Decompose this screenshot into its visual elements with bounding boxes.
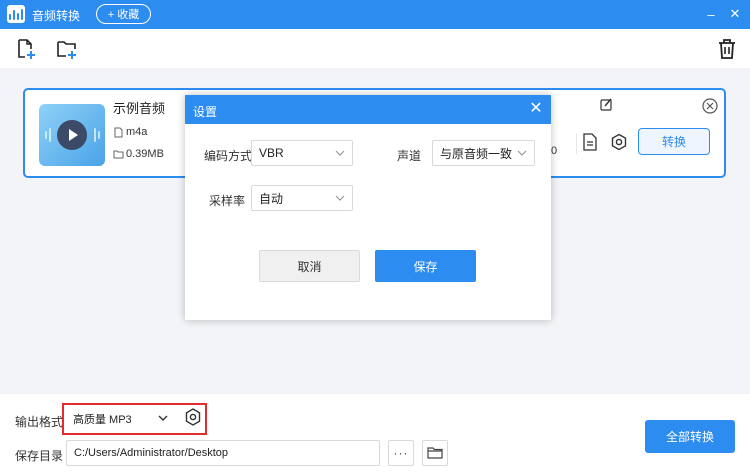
file-format: m4a xyxy=(126,126,148,138)
divider xyxy=(576,134,577,154)
open-folder-button[interactable] xyxy=(422,440,448,466)
toolbar xyxy=(0,29,750,68)
add-file-icon[interactable] xyxy=(15,38,37,60)
folder-icon xyxy=(427,447,443,459)
output-format-label: 输出格式 xyxy=(15,415,64,429)
encoding-label: 编码方式 xyxy=(204,149,253,163)
convert-button[interactable]: 转换 xyxy=(638,128,710,155)
chevron-down-icon xyxy=(335,195,345,201)
edit-icon[interactable] xyxy=(600,98,613,111)
settings-dialog: 设置 ✕ 编码方式 VBR 声道 与原音频一致 采样率 自动 取消 保存 xyxy=(185,95,551,320)
format-settings-icon[interactable] xyxy=(184,407,202,427)
save-dir-input[interactable]: C:/Users/Administrator/Desktop xyxy=(66,440,380,466)
save-button[interactable]: 保存 xyxy=(375,250,476,282)
channel-value: 与原音频一致 xyxy=(440,146,513,161)
convert-all-button[interactable]: 全部转换 xyxy=(645,420,735,453)
chevron-down-icon xyxy=(158,415,168,421)
output-format-value: 高质量 MP3 xyxy=(73,414,132,426)
app-title: 音频转换 xyxy=(32,9,81,23)
dialog-title: 设置 xyxy=(193,105,218,119)
dialog-header: 设置 ✕ xyxy=(185,95,551,124)
channel-select[interactable]: 与原音频一致 xyxy=(432,140,535,166)
file-name: 示例音频 xyxy=(113,101,166,116)
encoding-select[interactable]: VBR xyxy=(251,140,353,166)
output-format-select[interactable]: 高质量 MP3 xyxy=(67,407,176,431)
favorite-button[interactable]: + 收藏 xyxy=(96,4,151,24)
play-icon[interactable] xyxy=(57,120,87,150)
audio-thumbnail xyxy=(39,104,105,166)
settings-icon[interactable] xyxy=(610,133,628,151)
remove-file-icon[interactable] xyxy=(702,98,718,114)
partial-text: 0 xyxy=(551,145,558,157)
dialog-close-icon[interactable]: ✕ xyxy=(528,101,544,117)
file-size-row: 0.39MB xyxy=(113,148,164,160)
close-window-icon[interactable]: ✕ xyxy=(726,4,744,24)
title-bar: 音频转换 + 收藏 – ✕ xyxy=(0,0,750,29)
save-dir-label: 保存目录 xyxy=(15,449,64,463)
chevron-down-icon xyxy=(335,150,345,156)
encoding-value: VBR xyxy=(259,146,284,160)
channel-label: 声道 xyxy=(397,149,422,163)
sample-rate-label: 采样率 xyxy=(209,194,246,208)
chevron-down-icon xyxy=(517,150,527,156)
sample-rate-value: 自动 xyxy=(259,191,284,206)
file-format-icon xyxy=(114,127,123,137)
minimize-icon[interactable]: – xyxy=(702,4,720,24)
file-info-icon[interactable] xyxy=(582,133,598,151)
file-size: 0.39MB xyxy=(126,148,164,160)
add-folder-icon[interactable] xyxy=(56,38,78,60)
file-format-row: m4a xyxy=(113,126,147,138)
delete-icon[interactable] xyxy=(716,38,738,60)
browse-button[interactable]: ··· xyxy=(388,440,414,466)
cancel-button[interactable]: 取消 xyxy=(259,250,360,282)
app-logo-icon xyxy=(7,5,25,23)
folder-size-icon xyxy=(113,150,124,158)
sample-rate-select[interactable]: 自动 xyxy=(251,185,353,211)
